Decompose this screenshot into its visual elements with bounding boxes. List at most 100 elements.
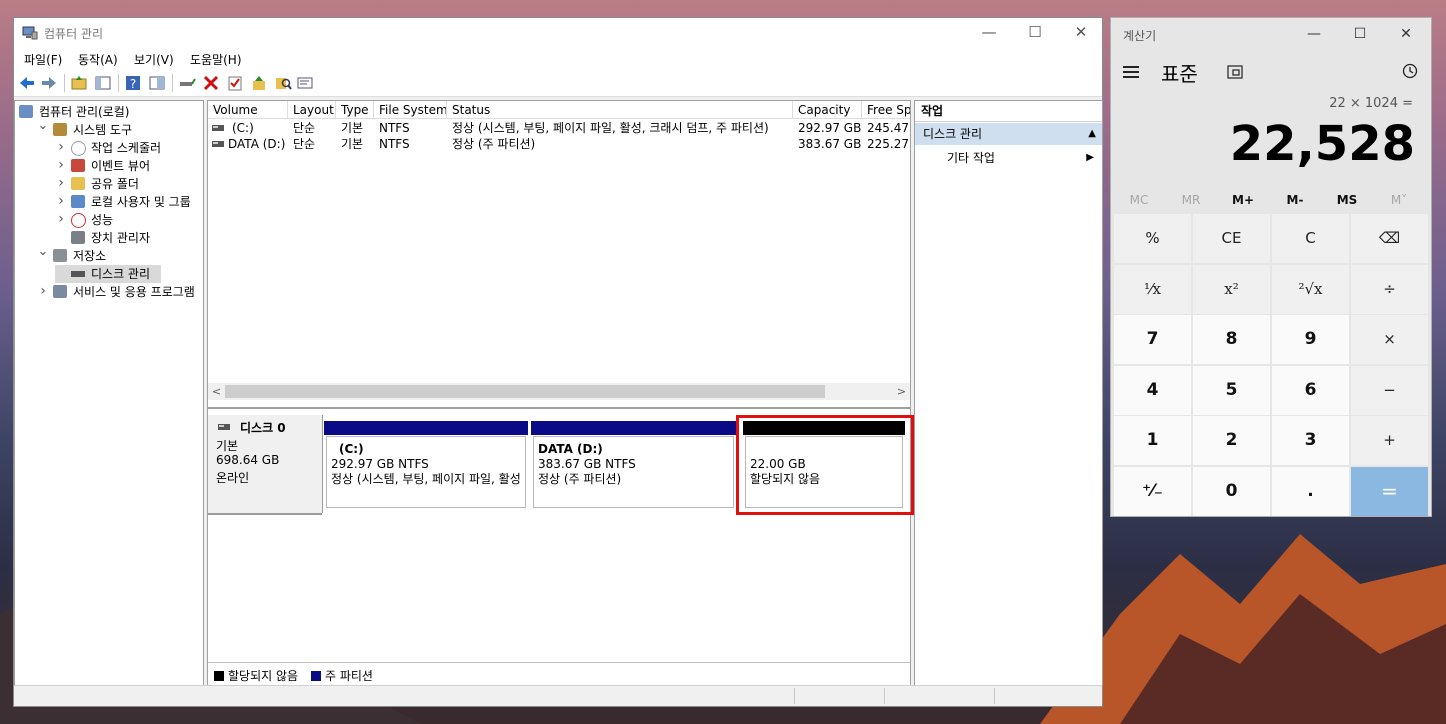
square-button[interactable]: x² xyxy=(1193,264,1270,314)
tree-item-label: 작업 스케줄러 xyxy=(91,141,162,155)
digit-2-button[interactable]: 2 xyxy=(1193,416,1270,465)
status-cell xyxy=(994,688,995,704)
calculator-maximize-button[interactable]: ☐ xyxy=(1337,18,1383,50)
shared-folder-icon xyxy=(71,177,85,190)
search-icon[interactable] xyxy=(274,74,292,92)
chevron-right-icon[interactable]: › xyxy=(55,174,67,192)
drive-icon xyxy=(212,125,224,131)
clear-entry-button[interactable]: CE xyxy=(1193,214,1270,263)
digit-1-button[interactable]: 1 xyxy=(1114,416,1191,465)
connect-disk-icon[interactable] xyxy=(178,74,196,92)
equals-button[interactable]: = xyxy=(1351,466,1428,516)
column-header-volume[interactable]: Volume xyxy=(208,101,288,119)
horizontal-scrollbar[interactable]: < > xyxy=(208,383,910,400)
device-manager-icon xyxy=(71,231,85,244)
chevron-right-icon[interactable]: › xyxy=(55,210,67,228)
partition-size: 292.97 GB NTFS xyxy=(331,457,429,471)
help-icon[interactable]: ? xyxy=(124,74,142,92)
percent-button[interactable]: % xyxy=(1114,214,1191,263)
menu-bar: 파일(F) 동작(A) 보기(V) 도움말(H) xyxy=(14,48,1102,70)
digit-4-button[interactable]: 4 xyxy=(1114,365,1191,415)
scrollbar-thumb[interactable] xyxy=(225,385,825,398)
cell-capacity: 383.67 GB xyxy=(798,137,862,151)
toolbar-divider xyxy=(118,74,119,92)
cell-layout: 단순 xyxy=(293,121,316,135)
multiply-button[interactable]: × xyxy=(1351,315,1428,364)
disk-info-divider xyxy=(208,513,322,515)
calculator-title: 계산기 xyxy=(1123,29,1157,43)
cell-type: 기본 xyxy=(341,137,364,151)
menu-file[interactable]: 파일(F) xyxy=(24,51,62,68)
up-folder-icon[interactable] xyxy=(70,74,88,92)
backspace-button[interactable]: ⌫ xyxy=(1351,214,1428,263)
column-header-free-space[interactable]: Free Sp xyxy=(862,101,910,119)
partition-bar xyxy=(324,421,528,435)
back-arrow-icon[interactable] xyxy=(18,74,36,92)
negate-button[interactable]: ⁺⁄₋ xyxy=(1114,466,1191,516)
delete-icon[interactable] xyxy=(202,74,220,92)
chevron-down-icon[interactable]: ⌄ xyxy=(37,243,49,261)
reciprocal-button[interactable]: ¹⁄x xyxy=(1114,264,1191,314)
memory-subtract-button[interactable]: M- xyxy=(1269,193,1321,207)
digit-9-button[interactable]: 9 xyxy=(1272,315,1349,364)
square-root-button[interactable]: ²√x xyxy=(1272,264,1349,314)
column-header-capacity[interactable]: Capacity xyxy=(793,101,862,119)
menu-action[interactable]: 동작(A) xyxy=(78,51,118,68)
actions-more[interactable]: 기타 작업 ▶ xyxy=(915,147,1102,169)
minimize-button[interactable]: — xyxy=(966,18,1012,48)
clear-button[interactable]: C xyxy=(1272,214,1349,263)
legend-label: 할당되지 않음 xyxy=(228,669,299,683)
show-hide-tree-icon[interactable] xyxy=(94,74,112,92)
history-icon[interactable] xyxy=(1401,62,1419,80)
column-header-layout[interactable]: Layout xyxy=(288,101,336,119)
properties-pane-icon[interactable] xyxy=(148,74,166,92)
column-header-file-system[interactable]: File System xyxy=(374,101,447,119)
digit-0-button[interactable]: 0 xyxy=(1193,466,1270,516)
compact-overlay-icon[interactable] xyxy=(1227,64,1243,80)
close-button[interactable]: ✕ xyxy=(1058,18,1104,48)
cell-file-system: NTFS xyxy=(379,137,410,151)
add-button[interactable]: + xyxy=(1351,416,1428,465)
actions-pane: 작업 디스크 관리 ▲ 기타 작업 ▶ xyxy=(914,100,1103,686)
menu-view[interactable]: 보기(V) xyxy=(134,51,174,68)
digit-3-button[interactable]: 3 xyxy=(1272,416,1349,465)
digit-5-button[interactable]: 5 xyxy=(1193,365,1270,415)
chevron-right-icon[interactable]: › xyxy=(55,192,67,210)
column-header-status[interactable]: Status xyxy=(447,101,793,119)
digit-7-button[interactable]: 7 xyxy=(1114,315,1191,364)
memory-recall-button[interactable]: MR xyxy=(1165,193,1217,207)
calculator-minimize-button[interactable]: — xyxy=(1291,18,1337,50)
subtract-button[interactable]: − xyxy=(1351,365,1428,415)
column-header-type[interactable]: Type xyxy=(336,101,374,119)
upload-icon[interactable] xyxy=(250,74,268,92)
disk-0-info[interactable]: 디스크 0 기본 698.64 GB 온라인 xyxy=(208,415,323,513)
digit-6-button[interactable]: 6 xyxy=(1272,365,1349,415)
chevron-right-icon[interactable]: › xyxy=(37,282,49,300)
toolbar-divider xyxy=(64,74,65,92)
actions-section-disk-management[interactable]: 디스크 관리 ▲ xyxy=(915,123,1102,145)
memory-store-button[interactable]: MS xyxy=(1321,193,1373,207)
check-properties-icon[interactable] xyxy=(226,74,244,92)
chevron-right-icon[interactable]: › xyxy=(55,138,67,156)
scroll-right-icon[interactable]: > xyxy=(893,383,910,400)
chevron-down-icon[interactable]: ⌄ xyxy=(37,117,49,135)
tree-item-label: 장치 관리자 xyxy=(91,231,151,245)
chevron-right-icon[interactable]: › xyxy=(55,156,67,174)
console-icon[interactable] xyxy=(296,74,314,92)
memory-clear-button[interactable]: MC xyxy=(1113,193,1165,207)
hamburger-menu-icon[interactable] xyxy=(1123,66,1139,78)
memory-add-button[interactable]: M+ xyxy=(1217,193,1269,207)
memory-list-button[interactable]: M˅ xyxy=(1373,193,1425,207)
calculator-close-button[interactable]: ✕ xyxy=(1383,18,1429,50)
actions-section-label: 디스크 관리 xyxy=(923,127,983,141)
forward-arrow-icon[interactable] xyxy=(40,74,58,92)
digit-8-button[interactable]: 8 xyxy=(1193,315,1270,364)
maximize-button[interactable]: ☐ xyxy=(1012,18,1058,48)
scroll-left-icon[interactable]: < xyxy=(208,383,225,400)
decimal-button[interactable]: . xyxy=(1272,466,1349,516)
menu-help[interactable]: 도움말(H) xyxy=(190,51,242,68)
toolbar: ? xyxy=(14,70,1102,97)
divide-button[interactable]: ÷ xyxy=(1351,264,1428,314)
tree-item[interactable]: 디스크 관리 xyxy=(55,265,161,283)
partition-box: DATA (D:) 383.67 GB NTFS 정상 (주 파티션) xyxy=(533,436,734,508)
